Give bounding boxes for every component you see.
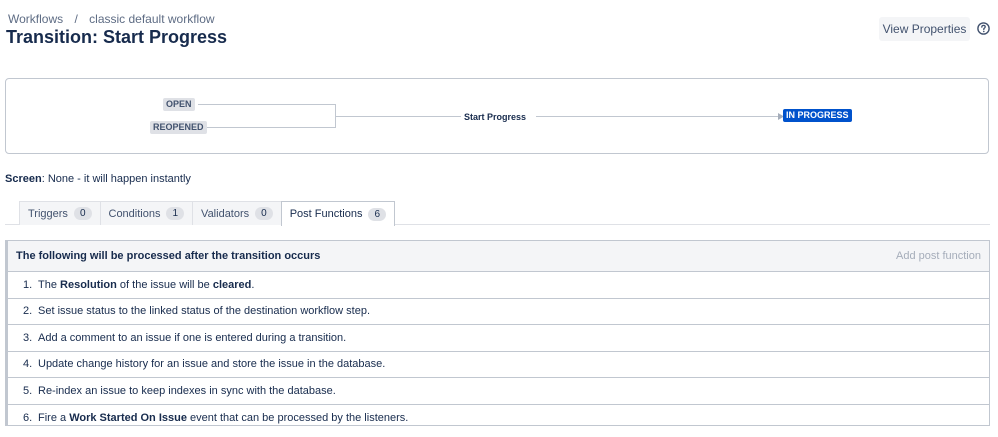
- row-number: 4.: [23, 358, 33, 371]
- tab-label: Validators: [201, 207, 250, 220]
- status-in-progress: IN PROGRESS: [783, 109, 852, 122]
- add-post-function-link[interactable]: Add post function: [896, 250, 981, 262]
- breadcrumb-separator: /: [74, 12, 78, 26]
- post-function-row[interactable]: 4. Update change history for an issue an…: [8, 352, 989, 378]
- post-function-row[interactable]: 2. Set issue status to the linked status…: [8, 299, 989, 325]
- tab-label: Post Functions: [289, 208, 363, 220]
- tab-label: Conditions: [108, 207, 161, 220]
- tab-post-functions[interactable]: Post Functions 6: [280, 201, 396, 226]
- page-title: Transition: Start Progress: [6, 27, 228, 47]
- row-number: 6.: [23, 411, 33, 424]
- tab-validators[interactable]: Validators 0: [192, 201, 282, 225]
- row-number: 2.: [23, 305, 33, 318]
- post-function-row[interactable]: 6. Fire a Work Started On Issue event th…: [8, 405, 989, 432]
- row-text: Add a comment to an issue if one is ente…: [38, 331, 347, 344]
- post-functions-header: The following will be processed after th…: [8, 241, 989, 272]
- post-function-row[interactable]: 3. Add a comment to an issue if one is e…: [8, 325, 989, 352]
- post-function-row[interactable]: 1. The Resolution of the issue will be c…: [8, 272, 989, 299]
- row-text: Update change history for an issue and s…: [38, 358, 386, 371]
- row-text: Fire a Work Started On Issue event that …: [38, 411, 409, 424]
- tab-count-badge: 1: [166, 207, 185, 220]
- row-number: 3.: [23, 331, 33, 344]
- screen-value: : None - it will happen instantly: [41, 173, 191, 185]
- workflow-diagram: OPEN REOPENED Start Progress IN PROGRESS: [5, 78, 989, 154]
- row-number: 1.: [23, 278, 33, 291]
- tab-count-badge: 6: [368, 207, 387, 221]
- post-functions-title: The following will be processed after th…: [16, 250, 321, 262]
- row-text: The Resolution of the issue will be clea…: [38, 278, 255, 291]
- row-number: 5.: [23, 384, 33, 397]
- status-open: OPEN: [163, 98, 195, 111]
- breadcrumb-workflow-link[interactable]: classic default workflow: [89, 12, 214, 26]
- post-functions-table: The following will be processed after th…: [5, 240, 990, 426]
- tab-conditions[interactable]: Conditions 1: [99, 201, 194, 225]
- screen-info: Screen: None - it will happen instantly: [5, 173, 191, 185]
- tab-triggers[interactable]: Triggers 0: [19, 201, 101, 225]
- transition-label: Start Progress: [464, 112, 527, 122]
- row-text: Re-index an issue to keep indexes in syn…: [38, 384, 336, 397]
- tab-count-badge: 0: [255, 207, 273, 220]
- help-icon[interactable]: [977, 22, 990, 35]
- tab-label: Triggers: [28, 207, 68, 220]
- screen-label: Screen: [5, 173, 42, 185]
- row-text: Set issue status to the linked status of…: [38, 305, 371, 318]
- tab-count-badge: 0: [73, 207, 92, 220]
- breadcrumb: Workflows / classic default workflow: [8, 12, 215, 26]
- post-function-row[interactable]: 5. Re-index an issue to keep indexes in …: [8, 378, 989, 405]
- tabs: Triggers 0 Conditions 1 Validators 0 Pos…: [19, 201, 396, 226]
- status-reopened: REOPENED: [150, 121, 207, 134]
- breadcrumb-workflows-link[interactable]: Workflows: [8, 12, 63, 26]
- view-properties-button[interactable]: View Properties: [879, 17, 970, 41]
